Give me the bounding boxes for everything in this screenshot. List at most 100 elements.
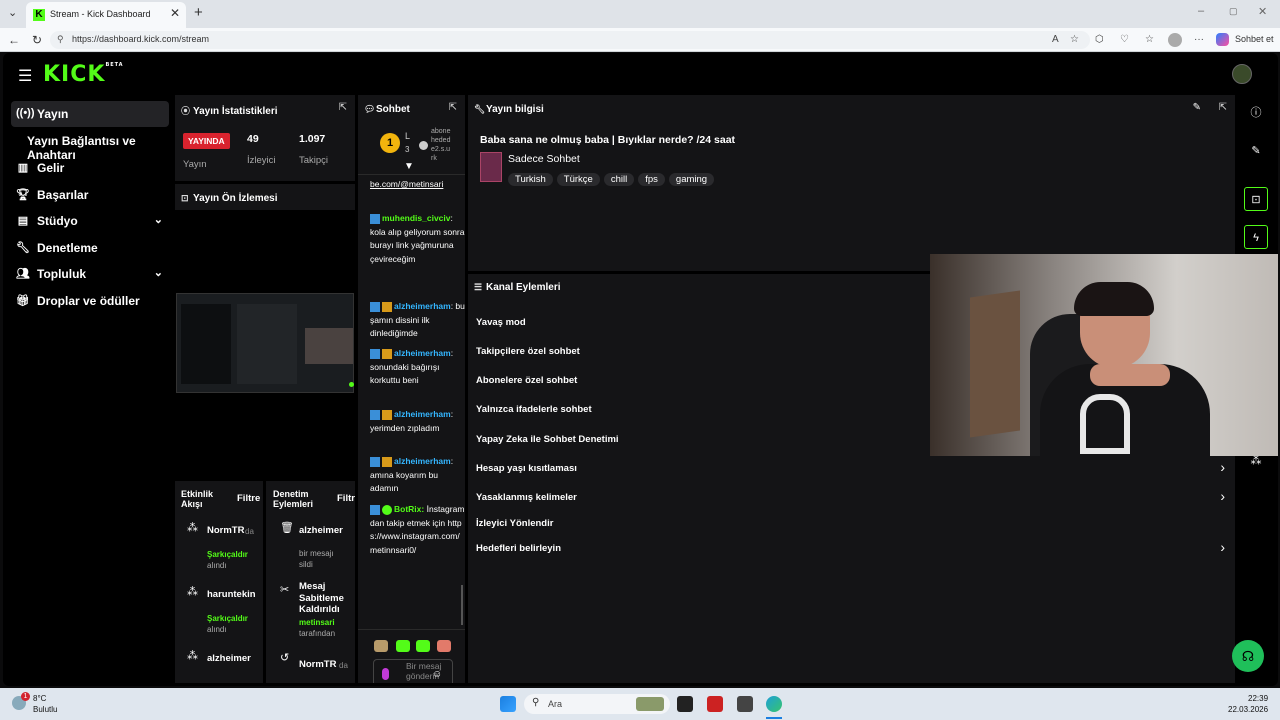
edge-icon[interactable] xyxy=(766,696,782,712)
chat-message: be.com/@metinsari xyxy=(370,178,465,192)
browser-essentials-icon[interactable]: ♡ xyxy=(1120,34,1129,45)
logo-text: KICK xyxy=(43,62,106,87)
chat-username[interactable]: alzheimerham xyxy=(394,409,451,419)
activity-sub: alındı xyxy=(207,625,227,634)
action-ai-moderation[interactable]: Yapay Zeka ile Sohbet Denetimi xyxy=(476,434,619,445)
popout-icon[interactable]: ⇱ xyxy=(339,102,347,113)
info-icon[interactable]: ⓘ xyxy=(1244,101,1268,125)
favorites-icon[interactable]: ☆ xyxy=(1145,34,1154,45)
follower-count: 1.097 xyxy=(299,133,326,145)
emote-icon[interactable] xyxy=(437,640,451,652)
action-subscribers-only[interactable]: Abonelere özel sohbet xyxy=(476,375,577,386)
action-followers-only[interactable]: Takipçilere özel sohbet xyxy=(476,346,580,357)
read-aloud-icon[interactable]: A xyxy=(1052,34,1059,45)
tag-chip: fps xyxy=(638,173,665,186)
sidebar-item-denetleme[interactable]: 🔧︎ Denetleme xyxy=(11,235,169,261)
chat-username[interactable]: BotRix: xyxy=(394,504,424,514)
emote-icon[interactable] xyxy=(416,640,430,652)
sidebar-item-studyo[interactable]: ▤ Stüdyo ⌄ xyxy=(11,208,169,234)
taskbar-search[interactable]: ⚲ Ara xyxy=(524,694,670,714)
chat-message: alzheimerham: sonundaki bağırışı korkutt… xyxy=(370,347,465,388)
moderation-line1: da xyxy=(339,661,348,670)
support-headset-icon[interactable]: ☊ xyxy=(1232,640,1264,672)
favorite-star-icon[interactable]: ☆ xyxy=(1070,34,1079,45)
kick-logo[interactable]: KICKBETA xyxy=(43,62,124,87)
category-name: Sadece Sohbet xyxy=(508,153,580,165)
new-tab-icon[interactable]: + xyxy=(194,4,203,21)
minimize-icon[interactable]: – xyxy=(1198,5,1204,17)
task-view-icon[interactable] xyxy=(677,696,693,712)
emoji-icon[interactable]: ☺ xyxy=(432,669,442,680)
sidebar-item-stream-key[interactable]: Yayın Bağlantısı ve Anahtarı xyxy=(11,128,181,162)
chat-username[interactable]: muhendis_civciv xyxy=(382,213,451,223)
sidebar-item-basarilar[interactable]: 🏆︎ Başarılar xyxy=(11,182,169,208)
preview-video[interactable] xyxy=(175,210,355,478)
sidebar-item-gelir[interactable]: ▥ Gelir xyxy=(11,155,169,181)
sidebar-item-yayin[interactable]: ((•)) Yayın xyxy=(11,101,169,127)
close-window-icon[interactable]: ✕ xyxy=(1258,5,1267,18)
chat-username[interactable]: alzheimerham xyxy=(394,456,451,466)
chat-input[interactable]: Bir mesaj gönderin ☺ xyxy=(373,659,453,683)
lightning-icon[interactable]: ϟ xyxy=(1244,225,1268,249)
moderator-badge-icon xyxy=(370,301,380,312)
edit-icon[interactable]: ✎ xyxy=(1244,139,1268,163)
moderation-actions-panel: Denetim Eylemleri Filtre 🗑︎ alzheimer bi… xyxy=(266,481,355,683)
user-avatar[interactable] xyxy=(1232,64,1252,84)
help-icon[interactable] xyxy=(419,141,428,150)
chevron-right-icon[interactable]: › xyxy=(1220,459,1225,475)
edit-icon[interactable]: ✎ xyxy=(1193,102,1201,113)
mic-icon[interactable] xyxy=(382,668,389,680)
profile-avatar-icon[interactable] xyxy=(1168,33,1182,47)
action-redirect-viewers[interactable]: İzleyici Yönlendir xyxy=(476,518,553,529)
menu-icon[interactable]: ☰ xyxy=(18,66,32,86)
tag-chip: gaming xyxy=(668,173,715,186)
windows-start-icon[interactable] xyxy=(500,696,516,712)
emote-icon[interactable] xyxy=(374,640,388,652)
clock-time[interactable]: 22:39 xyxy=(1248,694,1268,703)
action-emotes-only[interactable]: Yalnızca ifadelerle sohbet xyxy=(476,404,592,415)
undo-icon: ↺ xyxy=(280,652,290,664)
app-icon[interactable] xyxy=(737,696,753,712)
moderation-user: Mesaj Sabitleme Kaldırıldı xyxy=(299,581,344,615)
chat-title: 💬︎Sohbet xyxy=(364,104,410,115)
copilot-icon[interactable] xyxy=(1216,33,1229,46)
extensions-icon[interactable]: ⬡ xyxy=(1095,34,1104,45)
sub-goal-text: abonehedede2.s.urk xyxy=(431,128,451,162)
collapse-icon[interactable]: ▼ xyxy=(404,161,414,172)
chat-username[interactable]: alzheimerham xyxy=(394,348,451,358)
chat-message: muhendis_civciv: kola alıp geliyorum son… xyxy=(370,212,465,266)
moderation-filter-button[interactable]: Filtre xyxy=(337,493,355,504)
sidebar-item-droplar[interactable]: 🎁︎ Droplar ve ödüller xyxy=(11,288,169,314)
action-account-age[interactable]: Hesap yaşı kısıtlaması xyxy=(476,463,577,474)
weather-temp[interactable]: 8°C xyxy=(33,694,46,703)
weather-desc[interactable]: Bulutlu xyxy=(33,705,57,714)
screenshot-icon[interactable]: ⊡ xyxy=(1244,187,1268,211)
back-icon[interactable]: ← xyxy=(8,33,20,47)
copilot-label[interactable]: Sohbet et xyxy=(1235,34,1274,44)
popout-icon[interactable]: ⇱ xyxy=(1219,102,1227,113)
chevron-right-icon[interactable]: › xyxy=(1220,539,1225,555)
clock-date[interactable]: 22.03.2026 xyxy=(1228,705,1268,714)
action-slow-mode[interactable]: Yavaş mod xyxy=(476,317,526,328)
chat-username[interactable]: alzheimerham xyxy=(394,301,451,311)
action-set-goals[interactable]: Hedefleri belirleyin xyxy=(476,543,561,554)
tab-list-icon[interactable]: ⌄ xyxy=(8,6,17,19)
site-info-icon[interactable]: ⚲ xyxy=(57,34,64,45)
url-field[interactable]: ⚲ https://dashboard.kick.com/stream xyxy=(50,31,1090,49)
active-app-indicator xyxy=(766,717,782,719)
popout-icon[interactable]: ⇱ xyxy=(449,102,457,113)
webcam-hands-shape xyxy=(1090,364,1170,386)
chat-scrollbar[interactable] xyxy=(461,585,463,625)
action-banned-words[interactable]: Yasaklanmış kelimeler xyxy=(476,492,577,503)
maximize-icon[interactable]: ▢ xyxy=(1229,6,1238,17)
browser-tab[interactable]: K Stream - Kick Dashboard ✕ xyxy=(26,2,186,28)
sidebar-item-topluluk[interactable]: 👥︎ Topluluk ⌄ xyxy=(11,261,169,287)
webcam-hair-shape xyxy=(1074,282,1154,316)
more-icon[interactable]: ··· xyxy=(1194,34,1204,45)
chevron-right-icon[interactable]: › xyxy=(1220,488,1225,504)
close-tab-icon[interactable]: ✕ xyxy=(170,6,180,20)
app-icon[interactable] xyxy=(707,696,723,712)
emote-icon[interactable] xyxy=(396,640,410,652)
reload-icon[interactable]: ↻ xyxy=(32,33,42,47)
activity-filter-button[interactable]: Filtre xyxy=(237,493,260,504)
